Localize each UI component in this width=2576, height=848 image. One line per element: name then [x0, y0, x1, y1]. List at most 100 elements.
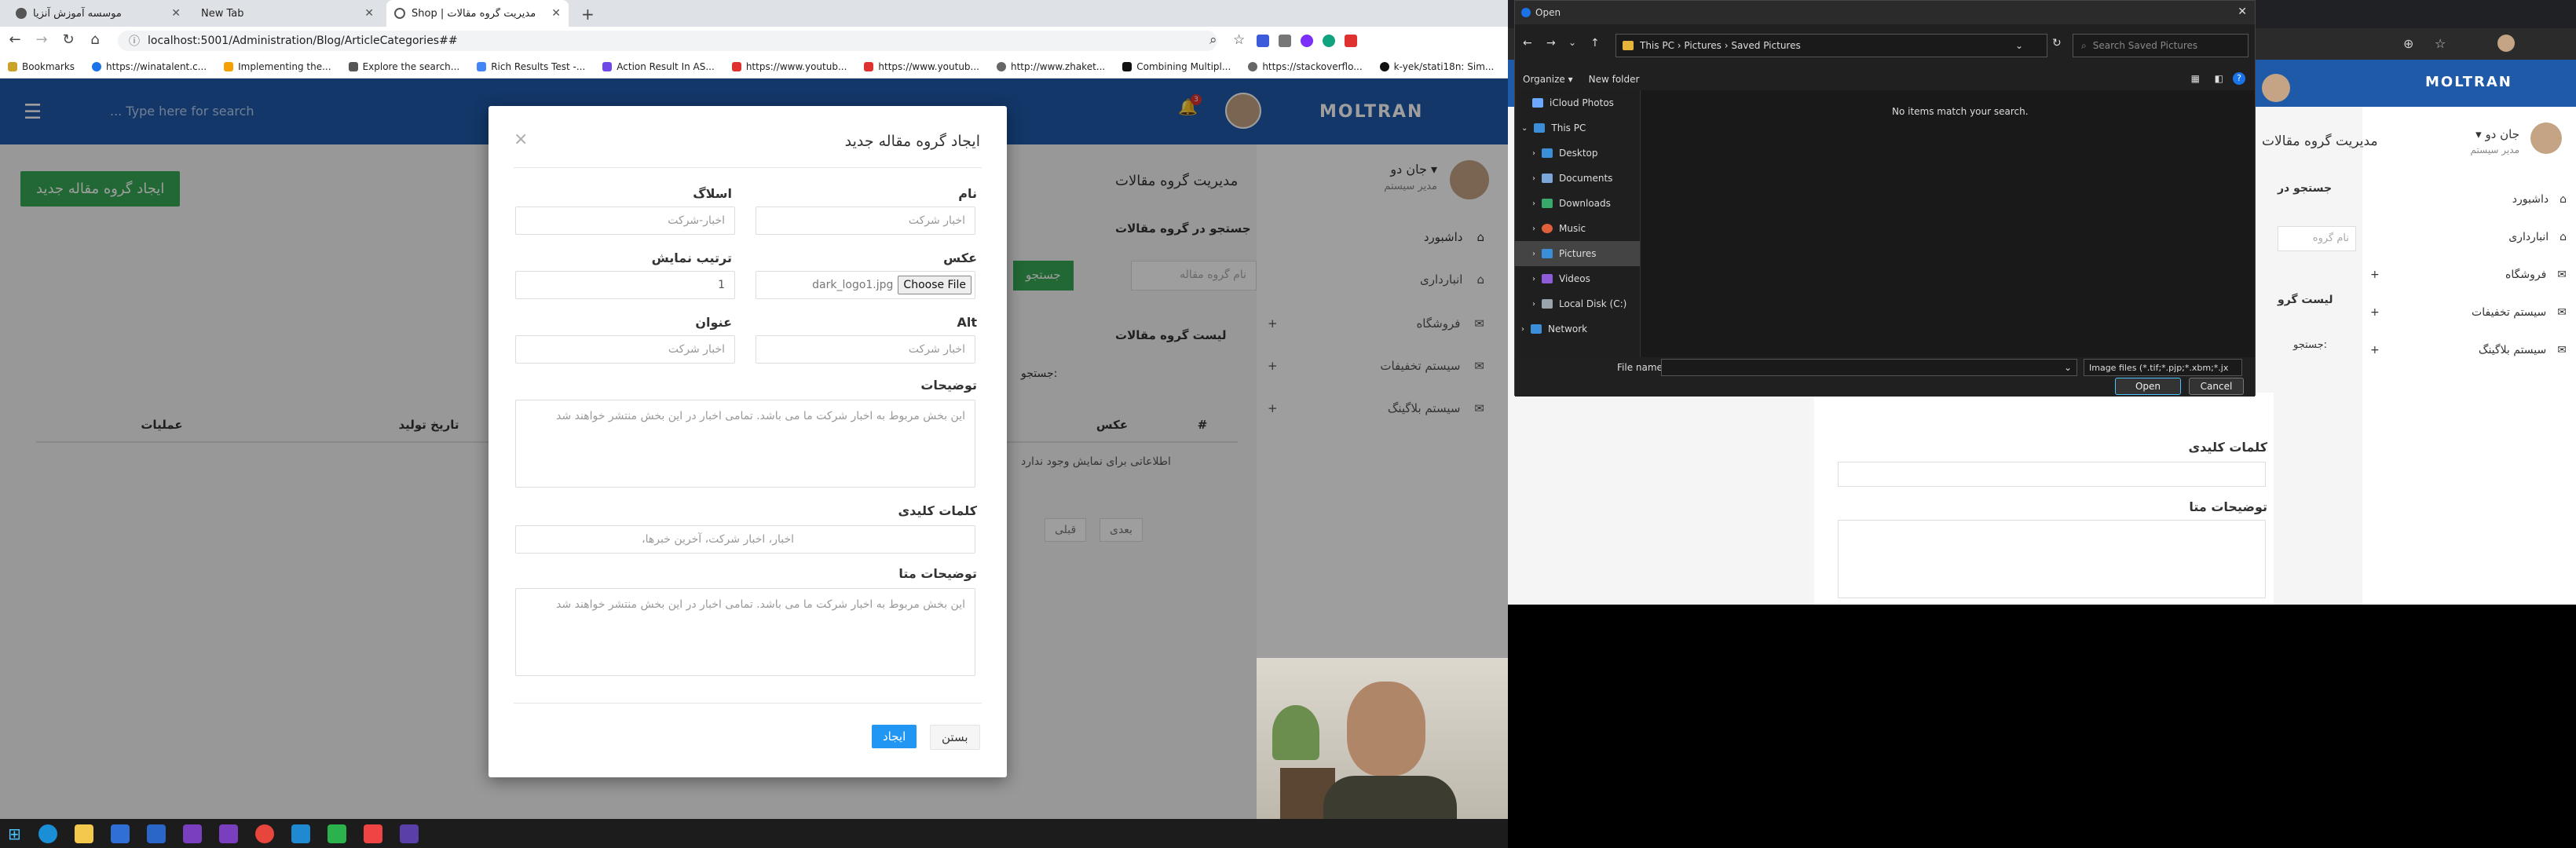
- visual-studio-icon[interactable]: [182, 824, 202, 843]
- meta-description-textarea[interactable]: [1838, 520, 2266, 598]
- sidebar-item-dashboard[interactable]: ⌂ داشبورد: [2362, 185, 2567, 214]
- extension-icon[interactable]: [1345, 35, 1357, 47]
- site-info-icon[interactable]: ⓘ: [129, 33, 140, 49]
- new-tab-icon[interactable]: +: [581, 5, 595, 24]
- sidebar-user-name[interactable]: جان دو ▾: [2410, 127, 2519, 141]
- mail-icon[interactable]: [146, 824, 166, 843]
- keywords-input[interactable]: اخبار، اخبار شرکت، آخرین خبرها،: [515, 525, 975, 554]
- favorites-icon[interactable]: ☆: [2435, 36, 2446, 51]
- tree-item-documents[interactable]: › Documents: [1515, 166, 1640, 191]
- sidebar-item-blogging[interactable]: ✉ سیستم بلاگینگ +: [2362, 336, 2567, 364]
- vscode-icon[interactable]: [291, 824, 310, 843]
- file-type-select[interactable]: Image files (*.tif;*.pjp;*.xbm;*.jx: [2084, 359, 2242, 376]
- windows-start-icon[interactable]: ⊞: [8, 824, 21, 843]
- sidebar-item-discounts[interactable]: ✉ سیستم تخفیفات +: [2362, 298, 2567, 327]
- new-folder-button[interactable]: New folder: [1589, 74, 1640, 85]
- tree-item-this-pc[interactable]: ⌄ This PC: [1515, 115, 1640, 141]
- close-icon[interactable]: ✕: [551, 7, 561, 20]
- bookmark-item[interactable]: https://www.youtub...: [864, 61, 979, 72]
- chevron-down-icon[interactable]: ⌄: [1568, 37, 1576, 48]
- slug-input[interactable]: اخبار-شرکت: [515, 207, 735, 235]
- create-button[interactable]: ایجاد: [872, 725, 917, 748]
- sidebar-item-shop[interactable]: ✉ فروشگاه +: [2362, 261, 2567, 289]
- url-input[interactable]: ⓘ localhost:5001/Administration/Blog/Art…: [118, 31, 1217, 51]
- bookmark-item[interactable]: k-yek/stati18n: Sim...: [1379, 61, 1494, 72]
- sidebar-item-blogging[interactable]: ✉ سیستم بلاگینگ +: [1257, 393, 1484, 424]
- extension-icon[interactable]: [1301, 35, 1313, 47]
- organize-button[interactable]: Organize ▾: [1523, 74, 1573, 85]
- zoom-icon[interactable]: ⌕: [1209, 32, 1217, 48]
- tab-1[interactable]: موسسه آموزش آنزیا ✕: [8, 0, 188, 27]
- extension-icon[interactable]: [1257, 35, 1269, 47]
- chrome-icon[interactable]: [254, 824, 274, 843]
- tree-item-icloud[interactable]: iCloud Photos: [1515, 90, 1640, 115]
- sidebar-item-shop[interactable]: ✉ فروشگاه +: [1257, 308, 1484, 339]
- alt-input[interactable]: اخبار شرکت: [756, 335, 975, 364]
- help-icon[interactable]: ?: [2233, 72, 2245, 85]
- bookmark-item[interactable]: Combining Multipl...: [1122, 61, 1231, 72]
- bookmark-item[interactable]: Implementing the...: [224, 61, 331, 72]
- title-input[interactable]: اخبار شرکت: [515, 335, 735, 364]
- visual-studio-icon[interactable]: [218, 824, 238, 843]
- view-icon[interactable]: ▦: [2191, 73, 2200, 84]
- group-name-search-input[interactable]: نام گروه: [2278, 226, 2356, 251]
- sidebar-item-warehouse[interactable]: ⌂ انبارداری: [1257, 264, 1484, 295]
- bookmark-item[interactable]: https://stackoverflo...: [1248, 61, 1363, 72]
- choose-file-button[interactable]: Choose File: [898, 276, 971, 294]
- bookmark-item[interactable]: Action Result In AS...: [602, 61, 715, 72]
- app-icon[interactable]: [327, 824, 346, 843]
- extension-icon[interactable]: [1323, 35, 1335, 47]
- bookmark-item[interactable]: Rich Results Test -...: [477, 61, 585, 72]
- close-icon[interactable]: ✕: [364, 7, 374, 20]
- forward-icon[interactable]: →: [31, 31, 52, 48]
- store-icon[interactable]: [110, 824, 130, 843]
- file-name-input[interactable]: ⌄: [1661, 359, 2077, 376]
- path-breadcrumb[interactable]: This PC › Pictures › Saved Pictures ⌄: [1615, 34, 2047, 57]
- forward-icon[interactable]: →: [1546, 37, 1556, 49]
- tree-item-pictures[interactable]: › Pictures: [1515, 241, 1640, 266]
- profile-avatar[interactable]: [2497, 35, 2515, 52]
- tree-item-music[interactable]: › Music: [1515, 216, 1640, 241]
- edge-icon[interactable]: [38, 824, 57, 843]
- tree-item-desktop[interactable]: › Desktop: [1515, 141, 1640, 166]
- back-icon[interactable]: ←: [1523, 37, 1532, 49]
- toolbar-icon[interactable]: ⊕: [2403, 36, 2413, 51]
- file-explorer-icon[interactable]: [74, 824, 93, 843]
- cancel-button[interactable]: Cancel: [2189, 378, 2244, 395]
- tab-2[interactable]: New Tab ✕: [193, 0, 382, 27]
- tree-item-downloads[interactable]: › Downloads: [1515, 191, 1640, 216]
- avatar[interactable]: [2530, 122, 2562, 154]
- bookmark-star-icon[interactable]: ☆: [1233, 32, 1245, 48]
- keywords-input[interactable]: [1838, 462, 2266, 487]
- image-file-input[interactable]: dark_logo1.jpg Choose File: [756, 271, 975, 299]
- home-icon[interactable]: ⌂: [85, 31, 105, 48]
- up-icon[interactable]: ↑: [1590, 37, 1600, 49]
- tab-3[interactable]: Shop | مدیریت گروه مقالات ✕: [386, 0, 569, 27]
- name-input[interactable]: اخبار شرکت: [756, 207, 975, 235]
- bookmark-item[interactable]: http://www.zhaket...: [997, 61, 1105, 72]
- chevron-down-icon[interactable]: ⌄: [2064, 362, 2072, 373]
- chevron-down-icon[interactable]: ⌄: [2015, 40, 2023, 51]
- close-icon[interactable]: ✕: [171, 7, 181, 20]
- description-textarea[interactable]: این بخش مربوط به اخبار شرکت ما می باشد. …: [515, 400, 975, 488]
- modal-close-button[interactable]: ×: [514, 130, 528, 149]
- open-button[interactable]: Open: [2115, 378, 2181, 395]
- order-input[interactable]: 1: [515, 271, 735, 299]
- meta-description-textarea[interactable]: این بخش مربوط به اخبار شرکت ما می باشد. …: [515, 588, 975, 676]
- close-button[interactable]: بستن: [930, 725, 980, 750]
- tree-item-network[interactable]: › Network: [1515, 316, 1640, 342]
- back-icon[interactable]: ←: [5, 31, 25, 48]
- file-list[interactable]: No items match your search.: [1641, 90, 2255, 357]
- search-saved-pictures-input[interactable]: ⌕ Search Saved Pictures: [2073, 34, 2249, 57]
- bookmark-item[interactable]: https://www.youtub...: [731, 61, 847, 72]
- tree-item-local-disk[interactable]: › Local Disk (C:): [1515, 291, 1640, 316]
- bookmark-item[interactable]: https://winatalent.c...: [92, 61, 207, 72]
- avatar[interactable]: [2262, 74, 2290, 102]
- sidebar-item-discounts[interactable]: ✉ سیستم تخفیفات +: [1257, 350, 1484, 382]
- preview-pane-icon[interactable]: ◧: [2215, 73, 2223, 84]
- sidebar-item-warehouse[interactable]: ⌂ انبارداری: [2362, 223, 2567, 251]
- dialog-close-icon[interactable]: ✕: [2238, 5, 2247, 18]
- camera-extension-icon[interactable]: [1279, 35, 1291, 47]
- reload-icon[interactable]: ↻: [58, 31, 79, 48]
- bookmark-item[interactable]: Explore the search...: [348, 61, 459, 72]
